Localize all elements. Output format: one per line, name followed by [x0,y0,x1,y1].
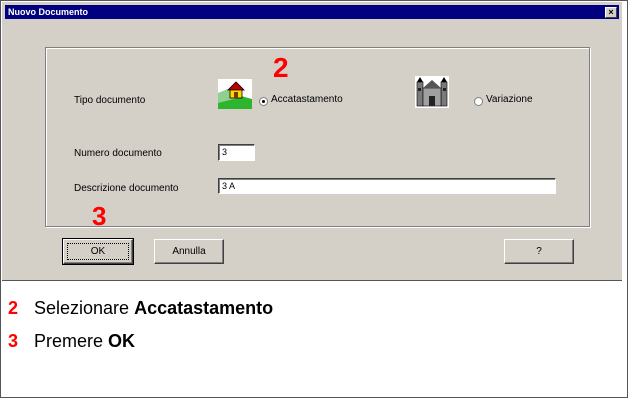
window-title: Nuovo Documento [8,7,88,17]
tipo-documento-label: Tipo documento [74,95,146,106]
building-icon [415,76,449,108]
focus-rect [67,243,129,260]
nuovo-documento-dialog: Nuovo Documento × Tipo documento Accatas… [2,2,622,281]
house-icon [218,79,252,109]
accatastamento-label[interactable]: Accatastamento [271,94,343,105]
numero-documento-label: Numero documento [74,148,162,159]
step-marker-3: 3 [92,201,107,231]
variazione-label[interactable]: Variazione [486,94,533,105]
annulla-button[interactable]: Annulla [154,239,224,264]
close-icon: × [608,7,614,17]
descrizione-documento-label: Descrizione documento [74,183,179,194]
descrizione-documento-field[interactable]: 3 A [218,178,556,194]
step-marker-2: 2 [273,52,289,83]
radio-variazione[interactable] [474,97,483,106]
instruction-step-3: 3 Premere OK [8,331,136,351]
ok-button[interactable]: OK [62,238,134,265]
instruction-step-2: 2 Selezionare Accatastamento [8,298,274,318]
help-button[interactable]: ? [504,239,574,264]
close-button[interactable]: × [605,7,617,18]
radio-accatastamento[interactable] [259,97,268,106]
form-group-box [45,47,590,227]
title-bar: Nuovo Documento × [5,5,619,19]
numero-documento-field[interactable]: 3 [218,144,255,161]
